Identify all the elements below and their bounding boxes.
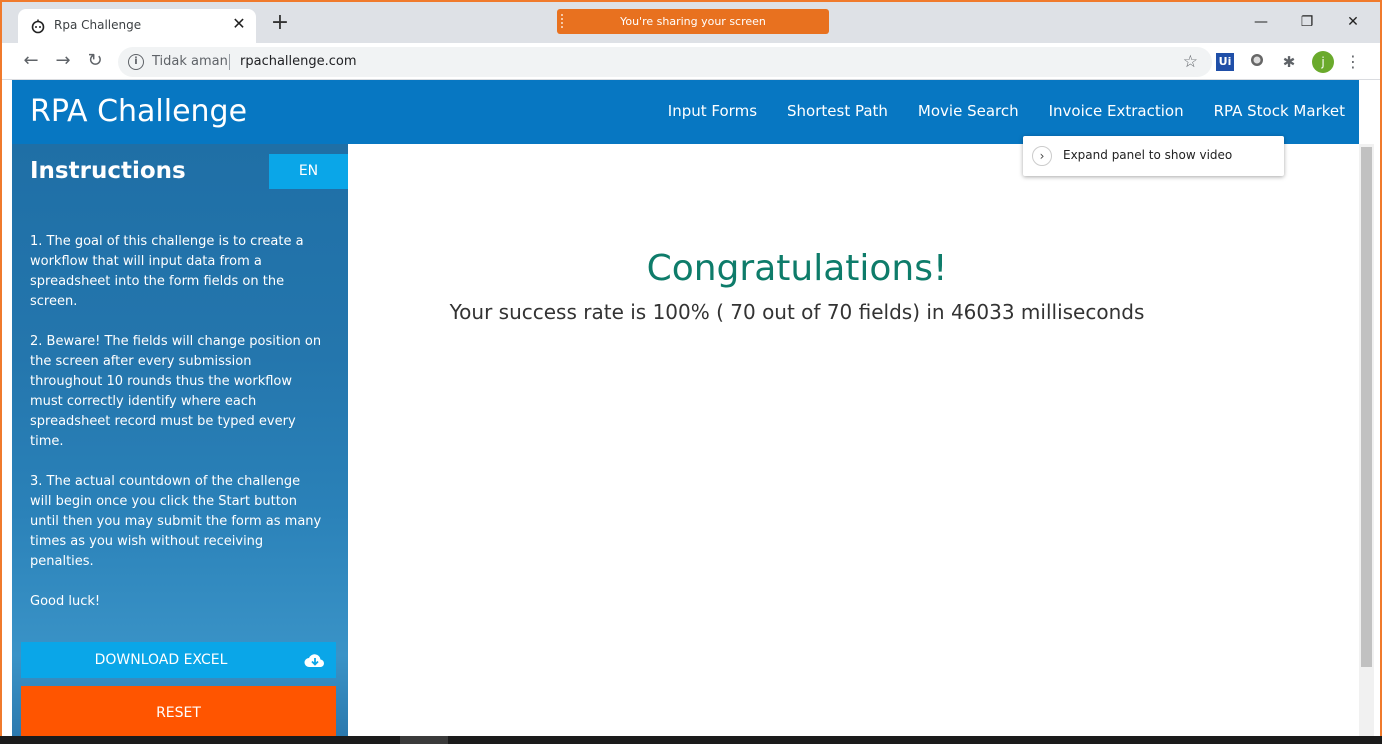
close-window-button[interactable]: ✕ <box>1338 10 1368 34</box>
instruction-item: 1. The goal of this challenge is to crea… <box>30 234 304 309</box>
screen-share-banner[interactable]: You're sharing your screen <box>557 9 829 34</box>
tab-title: Rpa Challenge <box>54 18 142 32</box>
new-tab-button[interactable]: + <box>268 12 292 36</box>
download-excel-label: DOWNLOAD EXCEL <box>94 652 228 668</box>
nav-link-rpa-stock-market[interactable]: RPA Stock Market <box>1214 102 1345 120</box>
result-panel: Congratulations! Your success rate is 10… <box>348 144 1359 744</box>
screen-share-text: You're sharing your screen <box>620 15 766 28</box>
site-brand[interactable]: RPA Challenge <box>30 94 247 129</box>
url-text[interactable]: rpachallenge.com <box>240 54 357 69</box>
expand-video-text: Expand panel to show video <box>1063 148 1233 162</box>
instructions-sidebar: Instructions EN 1. The goal of this chal… <box>12 144 348 744</box>
instruction-item: Good luck! <box>30 594 101 609</box>
browser-tab[interactable]: Rpa Challenge ✕ <box>18 9 256 43</box>
robot-favicon-icon <box>31 19 45 34</box>
download-excel-button[interactable]: DOWNLOAD EXCEL <box>21 642 336 678</box>
url-divider <box>229 54 230 70</box>
taskbar <box>0 736 1382 744</box>
expand-video-panel-popup[interactable]: › Expand panel to show video <box>1023 136 1284 176</box>
uipath-extension-icon[interactable]: Ui <box>1216 53 1234 71</box>
site-navbar: RPA Challenge Input Forms Shortest Path … <box>12 80 1359 144</box>
instruction-item: 3. The actual countdown of the challenge… <box>30 474 322 569</box>
address-bar[interactable]: i Tidak aman rpachallenge.com ☆ <box>118 47 1212 77</box>
scrollbar-thumb[interactable] <box>1361 147 1372 667</box>
puzzle-extensions-icon[interactable]: ✱ <box>1280 53 1298 71</box>
tab-close-icon[interactable]: ✕ <box>230 15 248 33</box>
drag-grip-icon[interactable] <box>561 14 567 28</box>
reset-button[interactable]: RESET <box>21 686 336 740</box>
nav-link-invoice-extraction[interactable]: Invoice Extraction <box>1049 102 1184 120</box>
congratulations-heading: Congratulations! <box>646 248 948 289</box>
nav-link-shortest-path[interactable]: Shortest Path <box>787 102 888 120</box>
info-icon[interactable]: i <box>128 54 144 70</box>
cloud-download-icon <box>304 654 324 667</box>
forward-arrow-icon[interactable]: → <box>52 50 74 72</box>
record-extension-icon[interactable] <box>1248 53 1266 71</box>
profile-avatar[interactable]: j <box>1312 51 1334 73</box>
restore-button[interactable]: ❐ <box>1292 10 1322 34</box>
nav-link-input-forms[interactable]: Input Forms <box>668 102 757 120</box>
taskbar-item[interactable] <box>400 736 448 744</box>
minimize-button[interactable]: — <box>1246 10 1276 34</box>
browser-toolbar: ← → ↻ i Tidak aman rpachallenge.com ☆ Ui… <box>2 43 1380 80</box>
nav-link-movie-search[interactable]: Movie Search <box>918 102 1019 120</box>
back-arrow-icon[interactable]: ← <box>20 50 42 72</box>
instructions-title: Instructions <box>30 158 186 184</box>
page-scrollbar[interactable]: ▼ <box>1359 144 1374 744</box>
reload-icon[interactable]: ↻ <box>84 50 106 72</box>
nav-links: Input Forms Shortest Path Movie Search I… <box>668 102 1345 120</box>
page-content: RPA Challenge Input Forms Shortest Path … <box>2 80 1380 744</box>
success-rate-text: Your success rate is 100% ( 70 out of 70… <box>449 300 1145 324</box>
menu-kebab-icon[interactable]: ⋮ <box>1344 53 1362 71</box>
bookmark-star-icon[interactable]: ☆ <box>1183 52 1198 72</box>
language-button[interactable]: EN <box>269 154 348 189</box>
browser-window: Rpa Challenge ✕ + You're sharing your sc… <box>0 0 1382 744</box>
chevron-right-icon[interactable]: › <box>1032 146 1052 166</box>
instruction-item: 2. Beware! The fields will change positi… <box>30 334 322 449</box>
instructions-text: 1. The goal of this challenge is to crea… <box>30 232 322 632</box>
not-secure-label: Tidak aman <box>152 54 228 69</box>
tab-strip: Rpa Challenge ✕ + You're sharing your sc… <box>2 2 1380 43</box>
